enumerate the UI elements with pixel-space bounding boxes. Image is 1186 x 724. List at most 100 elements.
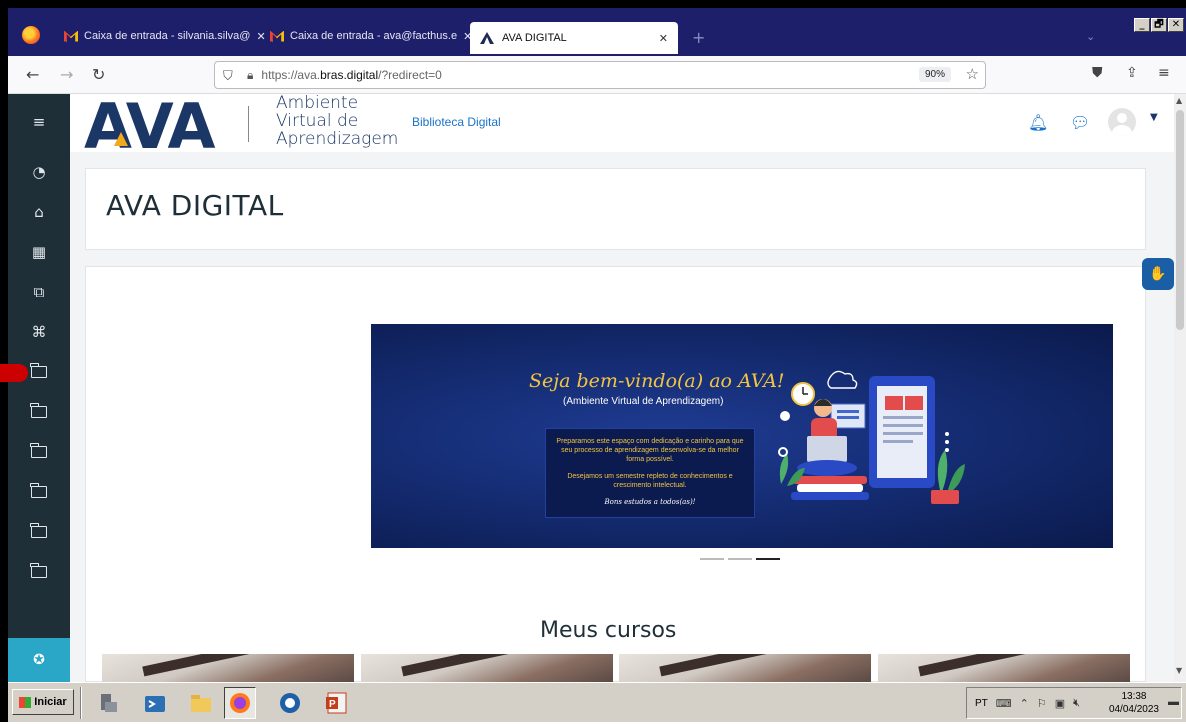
forward-arrow-icon[interactable]: → — [60, 65, 73, 84]
minimize-button[interactable]: _ — [1134, 18, 1150, 32]
language-indicator[interactable]: PT — [975, 698, 988, 709]
tab-gmail-silvania[interactable]: Caixa de entrada - silvania.silva@ ✕ — [64, 24, 266, 48]
url-text: https://ava.bras.digital/?redirect=0 — [261, 68, 442, 82]
course-sidebar: ≡ ◔ ⌂ ▦ ⧉ ⌘ — [8, 94, 70, 682]
reload-icon[interactable]: ↻ — [92, 65, 105, 84]
welcome-banner[interactable]: Seja bem-vindo(a) ao AVA! (Ambiente Virt… — [371, 324, 1113, 548]
student-illustration — [778, 370, 965, 504]
page-title: AVA DIGITAL — [106, 189, 284, 222]
clock-time: 13:38 — [1121, 691, 1147, 702]
system-tray: PT ⌨ ⌃ ⚐ ▣ 🔇︎ 13:38 04/04/2023 ▬ — [966, 687, 1182, 719]
logo-divider — [248, 106, 249, 142]
start-button[interactable]: Iniciar — [12, 689, 74, 715]
url-bar[interactable]: ⛉ 🔒︎ https://ava.bras.digital/?redirect=… — [214, 61, 986, 89]
carousel-dot-active[interactable] — [756, 558, 780, 560]
course-card[interactable] — [102, 654, 354, 682]
banner-message-box: Preparamos este espaço com dedicação e c… — [545, 428, 755, 518]
tab-label: Caixa de entrada - ava@facthus.e — [290, 30, 458, 42]
network-icon[interactable]: ▣ — [1055, 697, 1065, 710]
close-tab-icon[interactable]: ✕ — [256, 30, 265, 43]
taskbar-separator — [80, 687, 82, 719]
carousel-dot[interactable] — [700, 558, 724, 560]
file-explorer-icon[interactable] — [184, 687, 216, 719]
tab-ava-digital[interactable]: AVA DIGITAL ✕ — [470, 22, 678, 54]
gmail-icon — [64, 31, 78, 42]
user-menu-caret-icon[interactable]: ▼ — [1150, 112, 1158, 123]
show-desktop-icon[interactable]: ▬ — [1168, 696, 1179, 708]
banner-message: Desejamos um semestre repleto de conheci… — [567, 473, 733, 489]
accessibility-settings-icon[interactable]: ✪ — [8, 638, 70, 682]
course-card[interactable] — [361, 654, 613, 682]
banner-welcome: Seja bem-vindo(a) ao AVA! — [529, 370, 785, 392]
bookmark-star-icon[interactable]: ☆ — [966, 65, 979, 83]
powerpoint-icon[interactable]: P — [320, 687, 352, 719]
dashboard-icon[interactable]: ◔ — [8, 152, 70, 192]
logo-accent — [114, 132, 128, 146]
show-hidden-icons-chevron-icon[interactable]: ⌃ — [1020, 697, 1029, 710]
windows-flag-icon — [19, 696, 32, 708]
course-card[interactable] — [878, 654, 1130, 682]
notifications-bell-icon[interactable]: 🔔︎ — [1028, 113, 1048, 132]
menu-icon[interactable]: ≡ — [8, 102, 70, 142]
restore-button[interactable]: 🗗 — [1151, 18, 1167, 32]
scroll-up-icon[interactable]: ▲ — [1176, 96, 1182, 105]
screen-border-top — [0, 0, 1186, 8]
site-header: AVA Ambiente Virtual de Aprendizagem Bib… — [70, 93, 1174, 158]
browser-navbar: ← → ↻ ⛉ 🔒︎ https://ava.bras.digital/?red… — [8, 56, 1186, 94]
action-center-flag-icon[interactable]: ⚐ — [1037, 697, 1047, 710]
folder-icon[interactable] — [8, 512, 70, 552]
extensions-icon[interactable]: ⇪ — [1126, 65, 1138, 81]
messages-icon[interactable]: 💬︎ — [1070, 113, 1090, 132]
clock-date: 04/04/2023 — [1108, 704, 1159, 715]
calendar-icon[interactable]: ▦ — [8, 232, 70, 272]
lock-icon[interactable]: 🔒︎ — [247, 68, 253, 83]
volume-muted-icon[interactable]: 🔇︎ — [1073, 697, 1080, 710]
browser-tab-bar: Caixa de entrada - silvania.silva@ ✕ Cai… — [8, 8, 1186, 56]
powershell-icon[interactable] — [138, 687, 170, 719]
firefox-taskbar-icon[interactable] — [224, 687, 256, 719]
pointer-marker — [0, 364, 28, 382]
course-card[interactable] — [619, 654, 871, 682]
clock[interactable]: 13:38 04/04/2023 — [1109, 690, 1159, 716]
app-menu-icon[interactable]: ≡ — [1158, 65, 1170, 81]
zoom-level[interactable]: 90% — [918, 67, 951, 82]
logo-subtitle: Ambiente Virtual de Aprendizagem — [276, 93, 399, 149]
window-controls: _ 🗗 ✕ — [1134, 18, 1184, 32]
new-tab-button[interactable]: + — [692, 28, 705, 47]
folder-icon[interactable] — [8, 472, 70, 512]
folder-icon[interactable] — [8, 552, 70, 592]
biblioteca-digital-link[interactable]: Biblioteca Digital — [412, 115, 501, 129]
banner-sign: Bons estudos a todos(as)! — [604, 498, 696, 506]
chrome-app-icon[interactable] — [274, 687, 306, 719]
tracking-shield-icon[interactable]: ⛉ — [223, 68, 237, 83]
close-window-button[interactable]: ✕ — [1168, 18, 1184, 32]
user-avatar[interactable] — [1108, 108, 1136, 136]
firefox-icon[interactable] — [22, 26, 40, 44]
graduation-cap-icon[interactable]: ⌘ — [8, 312, 70, 352]
back-arrow-icon[interactable]: ← — [26, 65, 39, 84]
tab-gmail-ava[interactable]: Caixa de entrada - ava@facthus.e ✕ — [270, 24, 472, 48]
scroll-down-icon[interactable]: ▼ — [1176, 666, 1182, 675]
my-courses-heading: Meus cursos — [540, 618, 677, 643]
vlibras-accessibility-icon[interactable]: ✋ — [1142, 258, 1174, 290]
tab-label: AVA DIGITAL — [502, 32, 567, 44]
gmail-icon — [270, 31, 284, 42]
tab-label: Caixa de entrada - silvania.silva@ — [84, 30, 251, 42]
folder-icon[interactable] — [8, 432, 70, 472]
scrollbar-thumb[interactable] — [1176, 110, 1184, 330]
server-manager-icon[interactable] — [92, 687, 124, 719]
folder-icon[interactable] — [8, 392, 70, 432]
ava-favicon-icon — [480, 32, 494, 44]
list-tabs-chevron-icon[interactable]: ⌄ — [1086, 30, 1095, 43]
banner-subtitle: (Ambiente Virtual de Aprendizagem) — [563, 396, 724, 407]
page-scrollbar[interactable]: ▲ ▼ — [1174, 94, 1186, 682]
page-title-card: AVA DIGITAL — [85, 168, 1146, 250]
pocket-icon[interactable]: ⛊ — [1092, 65, 1103, 81]
windows-taskbar: Iniciar P PT ⌨ ⌃ ⚐ ▣ 🔇︎ 13:38 04/04/2023… — [8, 682, 1186, 722]
close-tab-icon[interactable]: ✕ — [659, 32, 668, 45]
home-icon[interactable]: ⌂ — [8, 192, 70, 232]
carousel-dot[interactable] — [728, 558, 752, 560]
files-icon[interactable]: ⧉ — [8, 272, 70, 312]
ava-logo[interactable]: AVA — [84, 96, 216, 158]
keyboard-icon[interactable]: ⌨ — [996, 697, 1012, 710]
